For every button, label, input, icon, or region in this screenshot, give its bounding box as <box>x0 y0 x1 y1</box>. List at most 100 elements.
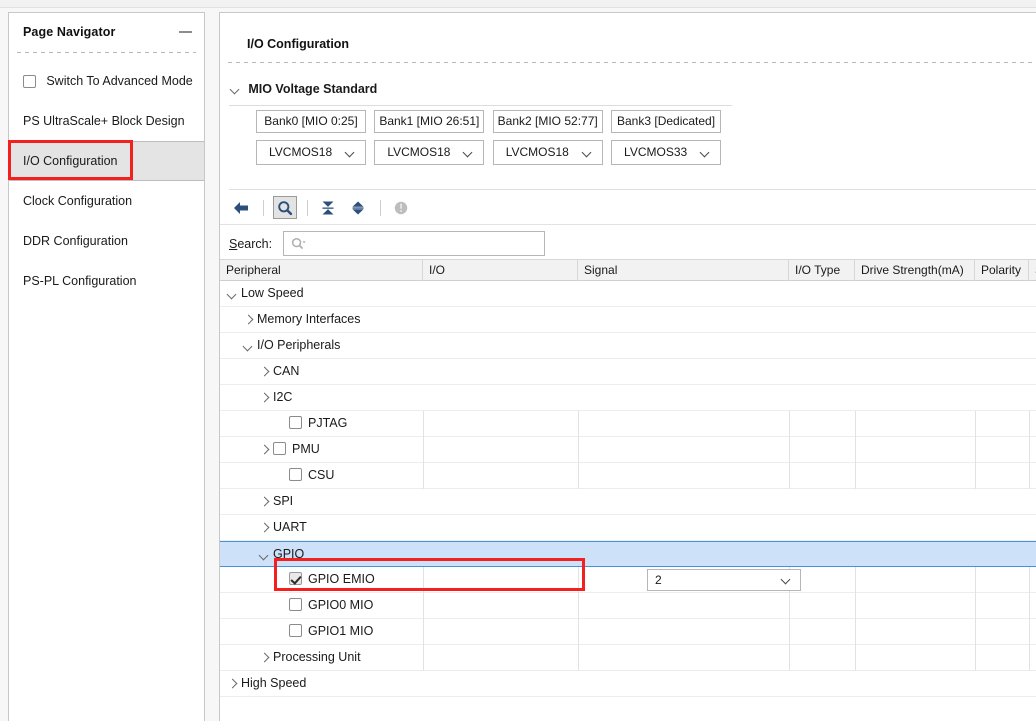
column-header-polarity[interactable]: Polarity <box>975 260 1029 281</box>
chevron-down-icon[interactable] <box>258 549 270 561</box>
toolbar-separator <box>380 199 382 216</box>
cell-divider <box>789 411 790 437</box>
row-label: CAN <box>273 364 300 379</box>
column-header-peripheral[interactable]: Peripheral <box>220 260 423 281</box>
bank2-voltage-select[interactable]: LVCMOS18 <box>492 140 603 165</box>
chevron-down-icon <box>464 149 473 158</box>
table-row[interactable]: High Speed <box>220 671 1036 697</box>
chevron-right-icon[interactable] <box>258 366 270 378</box>
search-dropdown-icon[interactable] <box>291 237 307 253</box>
bank3-voltage-select[interactable]: LVCMOS33 <box>611 140 722 165</box>
row-checkbox[interactable] <box>289 624 302 637</box>
table-row[interactable]: Low Speed <box>220 281 1036 307</box>
io-configuration-panel: I/O Configuration MIO Voltage Standard B… <box>219 12 1036 721</box>
row-checkbox[interactable] <box>289 572 302 585</box>
search-icon[interactable] <box>272 196 297 219</box>
sidebar-item-ps-ultrascale-block-design[interactable]: PS UltraScale+ Block Design <box>9 101 204 141</box>
row-label: CSU <box>308 468 335 483</box>
chevron-right-icon[interactable] <box>242 314 254 326</box>
chevron-right-icon[interactable] <box>258 522 270 534</box>
cell-divider <box>423 593 424 619</box>
cell-divider <box>975 619 976 645</box>
row-checkbox[interactable] <box>273 442 286 455</box>
table-row[interactable]: CAN <box>220 359 1036 385</box>
column-header-drive-strength[interactable]: Drive Strength(mA) <box>855 260 975 281</box>
table-row[interactable]: SPI <box>220 489 1036 515</box>
expand-all-icon[interactable] <box>346 196 370 219</box>
expand-all-glyph <box>352 201 364 214</box>
cell-divider <box>423 567 424 593</box>
table-row[interactable]: Processing Unit <box>220 645 1036 671</box>
collapse-all-icon[interactable] <box>316 196 340 219</box>
advanced-mode-checkbox[interactable] <box>23 75 36 88</box>
toolbar-separator <box>263 199 265 216</box>
cell-divider <box>578 463 579 489</box>
chevron-right-icon[interactable] <box>258 496 270 508</box>
table-row[interactable]: UART <box>220 515 1036 541</box>
table-row[interactable]: Memory Interfaces <box>220 307 1036 333</box>
row-label: PJTAG <box>308 416 348 431</box>
row-label: I2C <box>273 390 293 405</box>
table-row[interactable]: CSU <box>220 463 1036 489</box>
sidebar-item-clock-configuration[interactable]: Clock Configuration <box>9 181 204 221</box>
chevron-down-icon <box>583 149 592 158</box>
table-row[interactable]: GPIO1 MIO <box>220 619 1036 645</box>
row-label: SPI <box>273 494 294 509</box>
column-header-speed[interactable]: Speed <box>1029 260 1036 281</box>
io-configuration-table: Peripheral I/O Signal I/O Type Drive Str… <box>220 259 1036 697</box>
table-row[interactable]: PMU <box>220 437 1036 463</box>
cell-divider <box>1029 593 1030 619</box>
row-label-cell: High Speed <box>220 671 306 696</box>
bank3-voltage-value: LVCMOS33 <box>624 145 688 159</box>
cell-divider <box>975 567 976 593</box>
row-label-cell: Memory Interfaces <box>220 307 361 332</box>
window-top-divider <box>0 7 1036 8</box>
chevron-right-icon[interactable] <box>258 652 270 664</box>
cell-divider <box>1029 567 1030 593</box>
table-row[interactable]: PJTAG <box>220 411 1036 437</box>
row-label: Processing Unit <box>273 650 361 665</box>
chevron-right-icon[interactable] <box>258 444 270 456</box>
search-input[interactable] <box>310 232 541 255</box>
cell-divider <box>578 593 579 619</box>
row-label-cell: PJTAG <box>220 411 347 436</box>
cell-divider <box>855 593 856 619</box>
row-label-cell: SPI <box>220 489 293 514</box>
mio-voltage-standard-header[interactable]: MIO Voltage Standard <box>229 81 735 103</box>
back-arrow-icon[interactable] <box>229 196 253 219</box>
table-row[interactable]: I/O Peripherals <box>220 333 1036 359</box>
gpio-emio-width-select[interactable]: 2 <box>647 569 801 591</box>
cell-divider <box>1029 645 1030 671</box>
gpio-emio-width-value: 2 <box>655 573 662 587</box>
sidebar-item-ps-pl-configuration[interactable]: PS-PL Configuration <box>9 261 204 301</box>
column-header-io[interactable]: I/O <box>423 260 578 281</box>
chevron-right-icon[interactable] <box>258 392 270 404</box>
table-row[interactable]: GPIO EMIO 2 <box>220 567 1036 593</box>
bank0-name: Bank0 [MIO 0:25] <box>256 110 366 133</box>
bank-column-2: Bank2 [MIO 52:77] LVCMOS18 <box>492 110 603 165</box>
switch-to-advanced-mode-row[interactable]: Switch To Advanced Mode <box>9 61 204 101</box>
table-row[interactable]: GPIO0 MIO <box>220 593 1036 619</box>
table-row[interactable]: GPIO <box>220 541 1036 567</box>
page-navigator-title: Page Navigator <box>23 25 116 39</box>
cell-divider <box>855 567 856 593</box>
cell-divider <box>423 619 424 645</box>
bank-column-1: Bank1 [MIO 26:51] LVCMOS18 <box>374 110 485 165</box>
chevron-down-icon[interactable] <box>242 340 254 352</box>
column-header-io-type[interactable]: I/O Type <box>789 260 855 281</box>
bank0-voltage-select[interactable]: LVCMOS18 <box>256 140 366 165</box>
minimize-icon[interactable] <box>179 25 192 38</box>
sidebar-item-io-configuration[interactable]: I/O Configuration <box>9 141 204 181</box>
row-checkbox[interactable] <box>289 416 302 429</box>
column-header-signal[interactable]: Signal <box>578 260 789 281</box>
row-checkbox[interactable] <box>289 598 302 611</box>
chevron-right-icon[interactable] <box>226 678 238 690</box>
chevron-down-icon[interactable] <box>226 288 238 300</box>
search-input-box[interactable] <box>283 231 546 256</box>
row-checkbox[interactable] <box>289 468 302 481</box>
mio-section-bottom-rule <box>229 189 1036 190</box>
bank1-voltage-select[interactable]: LVCMOS18 <box>374 140 485 165</box>
bank3-name: Bank3 [Dedicated] <box>611 110 722 133</box>
table-row[interactable]: I2C <box>220 385 1036 411</box>
sidebar-item-ddr-configuration[interactable]: DDR Configuration <box>9 221 204 261</box>
